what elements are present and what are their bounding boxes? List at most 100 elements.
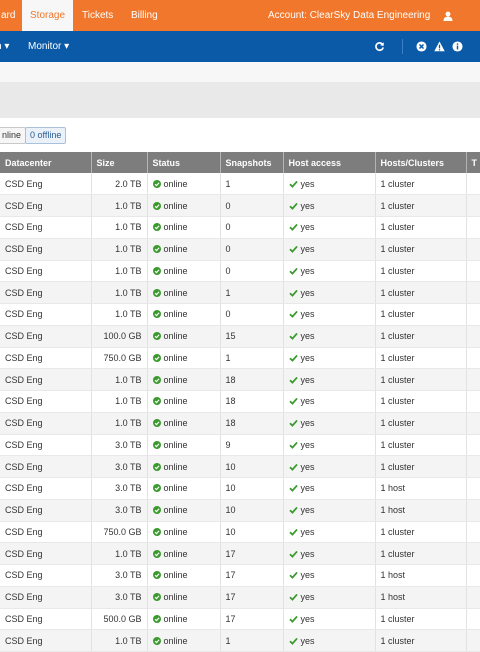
column-header-size[interactable]: Size xyxy=(91,152,148,173)
tab-storage[interactable]: Storage xyxy=(22,0,74,31)
hosts-clusters-text: 1 cluster xyxy=(380,396,415,407)
status-ok-icon xyxy=(152,245,161,254)
hosts-clusters-text: 1 cluster xyxy=(380,200,415,211)
table-row[interactable]: CSD Eng 1.0 TB online 0 yes 1 cluster xyxy=(0,216,480,239)
cell-datacenter: CSD Eng xyxy=(0,434,92,457)
table-row[interactable]: CSD Eng 1.0 TB online 18 yes 1 cluster xyxy=(0,412,480,435)
table-row[interactable]: CSD Eng 3.0 TB online 10 yes 1 host xyxy=(0,477,480,500)
table-row[interactable]: CSD Eng 3.0 TB online 17 yes 1 host xyxy=(0,564,480,587)
table-row[interactable]: CSD Eng 750.0 GB online 10 yes 1 cluster xyxy=(0,521,480,544)
size-text: 1.0 TB xyxy=(115,418,142,429)
cell-hosts-clusters: 1 cluster xyxy=(375,434,467,457)
warning-icon[interactable] xyxy=(434,41,445,52)
cell-host-access: yes xyxy=(283,368,376,391)
table-row[interactable]: CSD Eng 750.0 GB online 1 yes 1 cluster xyxy=(0,347,480,370)
host-access-text: yes xyxy=(300,265,315,276)
refresh-icon[interactable] xyxy=(374,41,385,52)
status-text: online xyxy=(163,396,188,407)
table-row[interactable]: CSD Eng 100.0 GB online 15 yes 1 cluster xyxy=(0,325,480,348)
menu-left[interactable]: n ▾ xyxy=(0,31,9,62)
check-icon xyxy=(288,180,298,188)
cell-hosts-clusters: 1 cluster xyxy=(375,347,467,370)
table-row[interactable]: CSD Eng 1.0 TB online 0 yes 1 cluster xyxy=(0,194,480,217)
table-row[interactable]: CSD Eng 1.0 TB online 0 yes 1 cluster xyxy=(0,303,480,326)
snapshots-text: 9 xyxy=(225,439,231,450)
cell-snapshots: 17 xyxy=(220,586,284,609)
status-text: online xyxy=(163,222,188,233)
tab-dashboard[interactable]: ard xyxy=(0,0,19,31)
table-row[interactable]: CSD Eng 3.0 TB online 10 yes 1 host xyxy=(0,499,480,522)
cell-datacenter: CSD Eng xyxy=(0,608,92,631)
snapshots-text: 0 xyxy=(225,222,231,233)
datacenter-text: CSD Eng xyxy=(5,265,43,276)
user-icon[interactable] xyxy=(443,11,453,21)
cell-host-access: yes xyxy=(283,455,376,478)
filter-online-button[interactable]: nline xyxy=(0,127,27,144)
host-access-text: yes xyxy=(300,526,315,537)
size-text: 500.0 GB xyxy=(103,613,142,624)
cell-snapshots: 18 xyxy=(220,412,284,435)
host-access-text: yes xyxy=(300,287,315,298)
snapshots-text: 15 xyxy=(225,331,236,342)
account-label[interactable]: Account: ClearSky Data Engineering xyxy=(268,0,430,31)
cell-hosts-clusters: 1 cluster xyxy=(375,368,467,391)
cell-datacenter: CSD Eng xyxy=(0,173,92,196)
status-text: online xyxy=(163,265,188,276)
datacenter-text: CSD Eng xyxy=(5,374,43,385)
cell-snapshots: 17 xyxy=(220,542,284,565)
column-header-host-access[interactable]: Host access xyxy=(283,152,376,173)
table-row[interactable]: CSD Eng 3.0 TB online 10 yes 1 cluster xyxy=(0,455,480,478)
table-row[interactable]: CSD Eng 1.0 TB online 17 yes 1 cluster xyxy=(0,542,480,565)
cell-truncated xyxy=(466,216,480,239)
tab-billing[interactable]: Billing xyxy=(131,0,158,31)
column-header-datacenter[interactable]: Datacenter xyxy=(0,152,92,173)
hosts-clusters-text: 1 host xyxy=(380,570,406,581)
check-icon xyxy=(288,289,298,297)
cell-status: online xyxy=(147,455,221,478)
table-row[interactable]: CSD Eng 1.0 TB online 1 yes 1 cluster xyxy=(0,629,480,652)
status-ok-icon xyxy=(152,440,161,449)
column-header-status[interactable]: Status xyxy=(147,152,221,173)
table-row[interactable]: CSD Eng 2.0 TB online 1 yes 1 cluster xyxy=(0,173,480,196)
cell-truncated xyxy=(466,281,480,304)
menu-monitor[interactable]: Monitor ▾ xyxy=(28,31,69,62)
cell-datacenter: CSD Eng xyxy=(0,303,92,326)
cell-snapshots: 10 xyxy=(220,455,284,478)
size-text: 1.0 TB xyxy=(115,548,142,559)
cell-size: 500.0 GB xyxy=(91,608,148,631)
cell-hosts-clusters: 1 cluster xyxy=(375,608,467,631)
datacenter-text: CSD Eng xyxy=(5,244,43,255)
filter-offline-button[interactable]: 0 offline xyxy=(25,127,67,144)
host-access-text: yes xyxy=(300,570,315,581)
cell-status: online xyxy=(147,194,221,217)
table-row[interactable]: CSD Eng 500.0 GB online 17 yes 1 cluster xyxy=(0,608,480,631)
close-circle-icon[interactable] xyxy=(416,41,427,52)
hosts-clusters-text: 1 cluster xyxy=(380,309,415,320)
table-row[interactable]: CSD Eng 3.0 TB online 17 yes 1 host xyxy=(0,586,480,609)
hosts-clusters-text: 1 host xyxy=(380,592,406,603)
status-text: online xyxy=(163,374,188,385)
cell-datacenter: CSD Eng xyxy=(0,325,92,348)
status-text: online xyxy=(163,200,188,211)
column-header-hosts-clusters[interactable]: Hosts/Clusters xyxy=(375,152,467,173)
table-row[interactable]: CSD Eng 1.0 TB online 1 yes 1 cluster xyxy=(0,281,480,304)
column-header-snapshots[interactable]: Snapshots xyxy=(220,152,284,173)
table-row[interactable]: CSD Eng 1.0 TB online 0 yes 1 cluster xyxy=(0,238,480,261)
cell-truncated xyxy=(466,303,480,326)
table-row[interactable]: CSD Eng 1.0 TB online 0 yes 1 cluster xyxy=(0,260,480,283)
status-text: online xyxy=(163,548,188,559)
info-icon[interactable] xyxy=(452,41,463,52)
cell-status: online xyxy=(147,281,221,304)
size-text: 1.0 TB xyxy=(115,265,142,276)
cell-size: 1.0 TB xyxy=(91,194,148,217)
column-header-truncated[interactable]: T xyxy=(466,152,480,173)
cell-datacenter: CSD Eng xyxy=(0,521,92,544)
table-row[interactable]: CSD Eng 1.0 TB online 18 yes 1 cluster xyxy=(0,368,480,391)
table-row[interactable]: CSD Eng 1.0 TB online 18 yes 1 cluster xyxy=(0,390,480,413)
host-access-text: yes xyxy=(300,331,315,342)
tab-tickets[interactable]: Tickets xyxy=(82,0,113,31)
host-access-text: yes xyxy=(300,461,315,472)
table-row[interactable]: CSD Eng 3.0 TB online 9 yes 1 cluster xyxy=(0,434,480,457)
check-icon xyxy=(288,615,298,623)
cell-truncated xyxy=(466,608,480,631)
